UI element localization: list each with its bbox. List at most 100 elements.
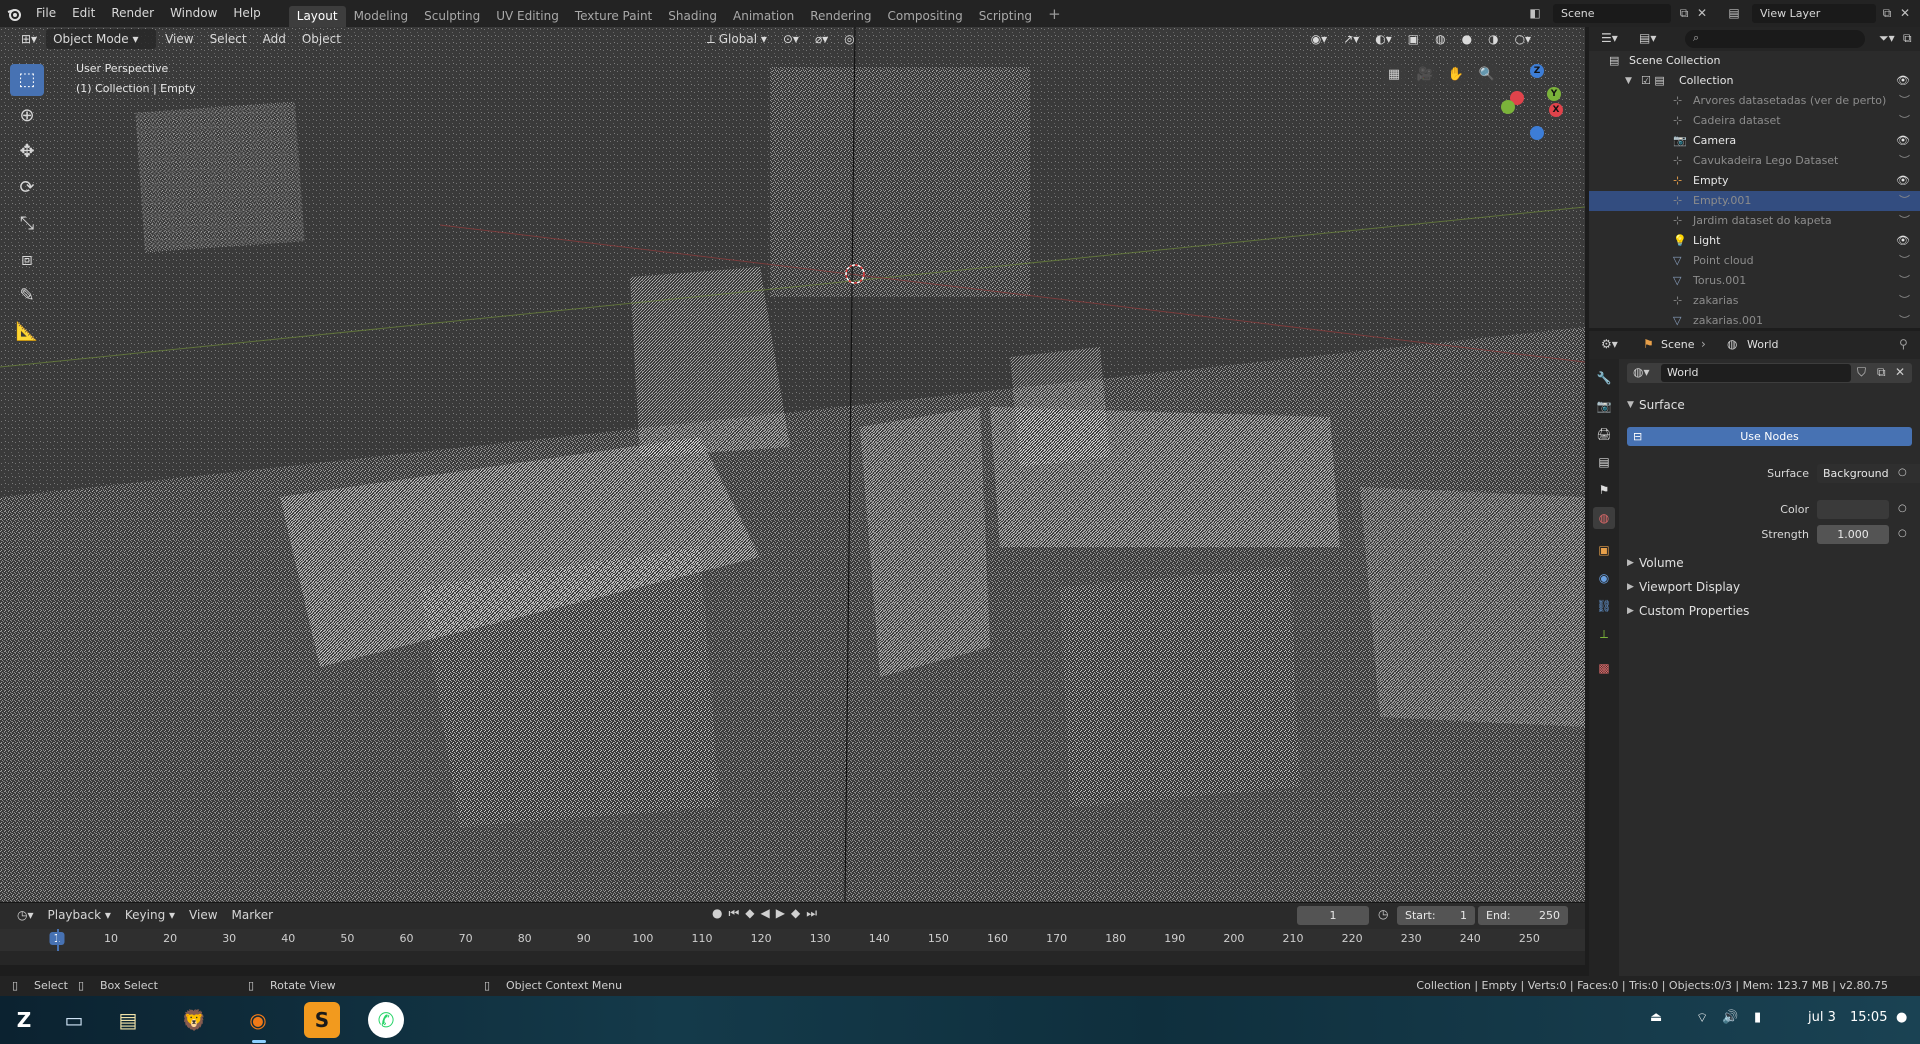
start-frame-field[interactable]: Start: 1 <box>1397 906 1475 925</box>
tab-scripting[interactable]: Scripting <box>971 6 1040 27</box>
tab-uv-editing[interactable]: UV Editing <box>488 6 567 27</box>
end-frame-field[interactable]: End: 250 <box>1478 906 1568 925</box>
volume-icon[interactable]: 🔊 <box>1722 1010 1738 1025</box>
menu-keying[interactable]: Keying ▾ <box>118 905 182 925</box>
sublime-text-icon[interactable]: S <box>304 1002 340 1038</box>
transform-tool-icon[interactable]: ⧈ <box>10 244 44 276</box>
visible-eye-icon[interactable]: 👁 <box>1896 231 1910 251</box>
breadcrumb-world[interactable]: World <box>1747 338 1779 351</box>
solid-shading-icon[interactable]: ● <box>1455 29 1479 49</box>
surface-expand-icon[interactable]: ▼ <box>1627 400 1634 410</box>
record-icon[interactable]: ● <box>712 906 728 920</box>
next-keyframe-icon[interactable]: ◆ <box>791 906 806 920</box>
hidden-eye-icon[interactable]: ︶ <box>1899 111 1910 131</box>
menu-object[interactable]: Object <box>295 29 348 49</box>
cursor-tool-icon[interactable]: ⊕ <box>10 100 44 132</box>
gizmo-toggle-icon[interactable]: ↗▾ <box>1336 29 1366 49</box>
world-tab-icon[interactable]: ◍ <box>1593 507 1615 529</box>
wireframe-shading-icon[interactable]: ◍ <box>1428 29 1452 49</box>
hidden-eye-icon[interactable]: ︶ <box>1899 151 1910 171</box>
battery-icon[interactable]: ▮ <box>1754 1010 1761 1025</box>
menu-view[interactable]: View <box>158 29 200 49</box>
viewport-display-panel-title[interactable]: Viewport Display <box>1639 580 1740 594</box>
menu-edit[interactable]: Edit <box>64 0 103 27</box>
world-browse-icon[interactable]: ◍▾ <box>1633 365 1650 379</box>
new-view-layer-icon[interactable]: ⧉ <box>1878 4 1896 23</box>
zorin-menu-icon[interactable]: Z <box>6 1002 42 1038</box>
outliner-item[interactable]: ⊹ zakarias ︶ <box>1589 291 1920 311</box>
view-layer-tab-icon[interactable]: ▤ <box>1593 451 1615 473</box>
snap-icon[interactable]: ⌀▾ <box>808 29 835 49</box>
jump-start-icon[interactable]: ⏮ <box>728 906 745 920</box>
rotate-tool-icon[interactable]: ⟳ <box>10 172 44 204</box>
menu-file[interactable]: File <box>28 0 64 27</box>
blender-logo-icon[interactable] <box>0 0 28 27</box>
color-swatch[interactable] <box>1817 500 1889 519</box>
hidden-eye-icon[interactable]: ︶ <box>1899 211 1910 231</box>
delete-view-layer-icon[interactable]: ✕ <box>1896 4 1914 23</box>
current-frame-field[interactable]: 1 <box>1297 906 1369 925</box>
annotate-tool-icon[interactable]: ✎ <box>10 280 44 312</box>
tab-modeling[interactable]: Modeling <box>346 6 417 27</box>
xray-icon[interactable]: ▣ <box>1401 29 1426 49</box>
brave-browser-icon[interactable]: 🦁 <box>176 1002 212 1038</box>
outliner-item[interactable]: ▽ Torus.001 ︶ <box>1589 271 1920 291</box>
tab-animation[interactable]: Animation <box>725 6 802 27</box>
wifi-icon[interactable]: ⌔ <box>1696 1010 1708 1026</box>
rendered-shading-icon[interactable]: ○▾ <box>1508 29 1539 49</box>
new-collection-icon[interactable]: ⧉ <box>1903 31 1912 46</box>
move-tool-icon[interactable]: ✥ <box>10 136 44 168</box>
outliner-item[interactable]: ⊹ Jardim dataset do kapeta ︶ <box>1589 211 1920 231</box>
gizmo-z-negative[interactable] <box>1530 126 1544 140</box>
menu-help[interactable]: Help <box>225 0 268 27</box>
volume-expand-icon[interactable]: ▶ <box>1627 558 1634 568</box>
blender-app-icon[interactable]: ◉ <box>240 1002 276 1038</box>
gizmo-y-axis[interactable]: Y <box>1547 87 1561 101</box>
strength-field[interactable]: 1.000 <box>1817 525 1889 544</box>
expand-arrow-icon[interactable]: ▼ <box>1625 71 1632 91</box>
outliner-editor-type-icon[interactable]: ☰▾ <box>1601 31 1618 45</box>
fake-user-icon[interactable]: ⛉ <box>1857 365 1866 380</box>
toggle-ortho-icon[interactable]: ▦ <box>1381 62 1407 88</box>
menu-marker[interactable]: Marker <box>225 905 280 925</box>
clock-icon[interactable]: ◷ <box>1378 907 1388 921</box>
transform-orientation-dropdown[interactable]: ⟂ Global ▾ <box>700 29 774 49</box>
outliner-item[interactable]: ▽ zakarias.001 ︶ <box>1589 311 1920 331</box>
clock-time[interactable]: 15:05 <box>1850 1010 1887 1025</box>
outliner-item[interactable]: 💡 Light 👁 <box>1589 231 1920 251</box>
scale-tool-icon[interactable]: ⤡ <box>10 208 44 240</box>
menu-add[interactable]: Add <box>256 29 293 49</box>
outliner-item[interactable]: ⊹ Empty 👁 <box>1589 171 1920 191</box>
view-layer-field[interactable]: View Layer <box>1752 4 1876 23</box>
tab-rendering[interactable]: Rendering <box>802 6 879 27</box>
hidden-eye-icon[interactable]: ︶ <box>1899 191 1910 211</box>
scene-tab-icon[interactable]: ⚑ <box>1593 479 1615 501</box>
jump-end-icon[interactable]: ⏭ <box>806 906 823 920</box>
gizmo-x-axis[interactable]: X <box>1549 103 1563 117</box>
outliner-item[interactable]: ▽ Point cloud ︶ <box>1589 251 1920 271</box>
gizmo-y-negative[interactable] <box>1501 100 1515 114</box>
pivot-point-icon[interactable]: ⊙▾ <box>776 29 806 49</box>
use-nodes-button[interactable]: ⊟ Use Nodes <box>1627 427 1912 446</box>
physics-tab-icon[interactable]: ◉ <box>1593 567 1615 589</box>
mode-dropdown[interactable]: Object Mode ▾ <box>46 29 157 49</box>
hidden-eye-icon[interactable]: ︶ <box>1899 291 1910 311</box>
outliner-item[interactable]: 📷 Camera 👁 <box>1589 131 1920 151</box>
hidden-eye-icon[interactable]: ︶ <box>1899 91 1910 111</box>
volume-panel-title[interactable]: Volume <box>1639 556 1684 570</box>
unlink-world-icon[interactable]: ✕ <box>1895 365 1905 379</box>
strength-link-icon[interactable]: ○ <box>1898 528 1907 539</box>
pin-icon[interactable]: ⚲ <box>1899 337 1908 351</box>
whatsapp-icon[interactable]: ✆ <box>368 1002 404 1038</box>
render-tab-icon[interactable]: 📷 <box>1593 395 1615 417</box>
object-data-tab-icon[interactable]: ⟂ <box>1593 623 1615 645</box>
outliner-item[interactable]: ⊹ Cavukadeira Lego Dataset ︶ <box>1589 151 1920 171</box>
clock-date[interactable]: jul 3 <box>1808 1010 1836 1025</box>
menu-timeline-view[interactable]: View <box>182 905 224 925</box>
tab-layout[interactable]: Layout <box>288 6 346 27</box>
material-shading-icon[interactable]: ◑ <box>1481 29 1505 49</box>
overlays-icon[interactable]: ◐▾ <box>1368 29 1399 49</box>
outliner-item[interactable]: ⊹ Empty.001 ︶ <box>1589 191 1920 211</box>
add-workspace-button[interactable]: + <box>1040 5 1069 23</box>
new-scene-icon[interactable]: ⧉ <box>1675 4 1693 23</box>
